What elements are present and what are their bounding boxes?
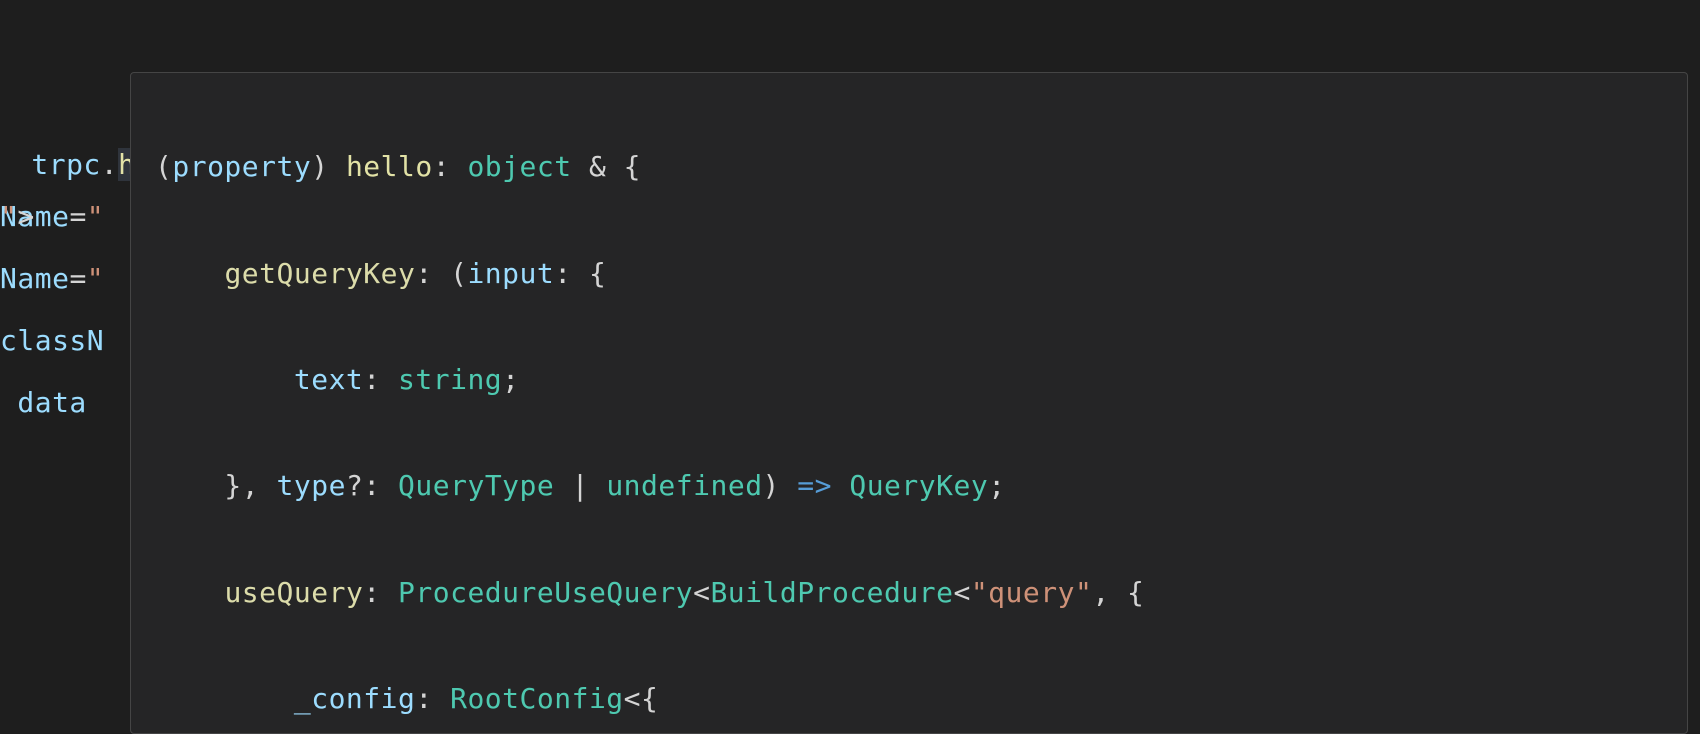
tooltip-token-arrow: => [797, 469, 832, 502]
tooltip-token [832, 469, 849, 502]
background-code-fragment: classN [0, 320, 104, 362]
tooltip-token: BuildProcedure [710, 576, 953, 609]
tooltip-token [155, 257, 224, 290]
tooltip-token: undefined [606, 469, 762, 502]
code-token-dot: . [101, 148, 118, 181]
tooltip-line: text: string; [155, 353, 1663, 406]
tooltip-token: object [467, 150, 571, 183]
tooltip-token [155, 363, 294, 396]
code-token [14, 148, 31, 181]
tooltip-token: ProcedureUseQuery [398, 576, 693, 609]
tooltip-token: QueryKey [849, 469, 988, 502]
code-token-trpc: trpc [31, 148, 100, 181]
tooltip-token: : { [554, 257, 606, 290]
tooltip-token: useQuery [224, 576, 363, 609]
tooltip-token: input [467, 257, 554, 290]
code-token: " [87, 262, 104, 295]
tooltip-token: }, [155, 469, 277, 502]
background-code-fragment: data [0, 382, 87, 424]
tooltip-token: ?: [346, 469, 398, 502]
tooltip-token: getQueryKey [224, 257, 415, 290]
tooltip-token: ; [502, 363, 519, 396]
tooltip-token: QueryType [398, 469, 554, 502]
tooltip-token: ) [763, 469, 798, 502]
tooltip-token: ( [155, 150, 172, 183]
tooltip-token [155, 576, 224, 609]
tooltip-line: useQuery: ProcedureUseQuery<BuildProcedu… [155, 566, 1663, 619]
tooltip-token: type [277, 469, 346, 502]
intellisense-tooltip: (property) hello: object & { getQueryKey… [130, 72, 1688, 734]
background-code-fragment: Name=" [0, 258, 104, 300]
tooltip-token [155, 682, 294, 715]
tooltip-token: < [693, 576, 710, 609]
code-token: > [17, 200, 34, 233]
tooltip-line: (property) hello: object & { [155, 140, 1663, 193]
tooltip-token: ) [311, 150, 346, 183]
tooltip-token: RootConfig [450, 682, 624, 715]
tooltip-token: : ( [415, 257, 467, 290]
code-token: = [69, 262, 86, 295]
tooltip-token: text [294, 363, 363, 396]
tooltip-token: : [415, 682, 450, 715]
tooltip-line: _config: RootConfig<{ [155, 672, 1663, 725]
tooltip-token: , { [1092, 576, 1144, 609]
tooltip-token: : [363, 363, 398, 396]
tooltip-token: <{ [624, 682, 659, 715]
code-token: " [0, 200, 17, 233]
code-editor[interactable]: trpc.hello.useQuery({ text: "client" });… [0, 0, 1700, 734]
code-token: data [0, 386, 87, 419]
tooltip-token: string [398, 363, 502, 396]
code-token: classN [0, 324, 104, 357]
tooltip-token: "query" [971, 576, 1093, 609]
tooltip-line: getQueryKey: (input: { [155, 247, 1663, 300]
tooltip-token: hello [346, 150, 433, 183]
tooltip-line: }, type?: QueryType | undefined) => Quer… [155, 459, 1663, 512]
tooltip-token: & { [572, 150, 641, 183]
tooltip-token: : [363, 576, 398, 609]
tooltip-token: | [554, 469, 606, 502]
tooltip-token: : [433, 150, 468, 183]
tooltip-token: < [953, 576, 970, 609]
code-token: Name [0, 262, 69, 295]
tooltip-token: property [172, 150, 311, 183]
tooltip-token: _config [294, 682, 416, 715]
tooltip-token: ; [988, 469, 1005, 502]
